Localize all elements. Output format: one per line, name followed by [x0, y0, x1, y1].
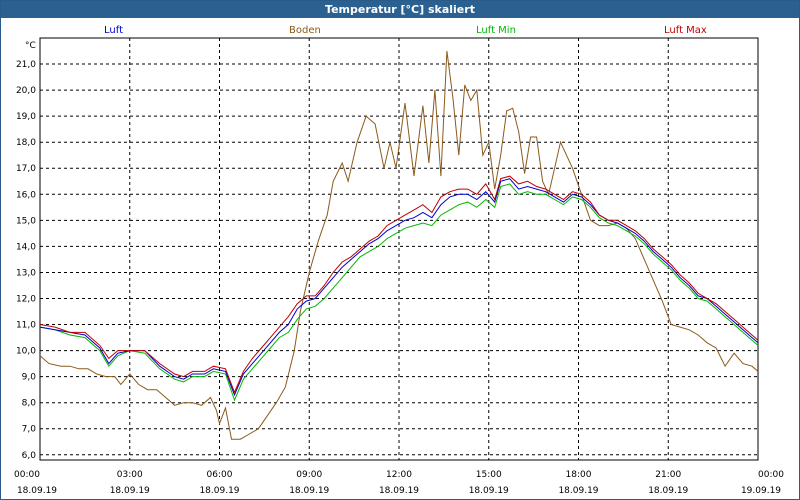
y-tick-label: 6,0: [22, 451, 37, 461]
x-tick-date-label: 19.09.19: [741, 486, 781, 496]
x-tick-date-label: 18.09.19: [289, 486, 329, 496]
y-tick-label: 19,0: [16, 112, 36, 122]
x-tick-date-label: 18.09.19: [379, 486, 419, 496]
x-tick-date-label: 18.09.19: [469, 486, 509, 496]
y-tick-label: 10,0: [16, 347, 36, 357]
legend-luft-max-label: Luft Max: [664, 25, 707, 36]
x-tick-date-label: 18.09.19: [558, 486, 598, 496]
legend-luft: Luft: [104, 25, 123, 36]
legend-boden-label: Boden: [289, 25, 321, 36]
y-tick-label: 12,0: [16, 294, 36, 304]
y-tick-label: 18,0: [16, 138, 36, 148]
x-axis-ticks: 00:00 18.09.19 03:00 18.09.19 06:00 18.09.19 0…: [14, 470, 784, 496]
x-tick-date-label: 18.09.19: [110, 486, 150, 496]
x-tick-date-label: 18.09.19: [648, 486, 688, 496]
y-tick-label: 14,0: [16, 242, 36, 252]
legend-boden: Boden: [289, 25, 321, 36]
y-tick-label: 8,0: [22, 399, 37, 409]
y-tick-label: 21,0: [16, 60, 36, 70]
legend-luft-max: Luft Max: [664, 25, 707, 36]
x-tick-date-label: 18.09.19: [199, 486, 239, 496]
x-tick-time-label: 00:00: [14, 470, 40, 480]
x-tick-time-label: 00:00: [758, 470, 784, 480]
x-tick-time-label: 21:00: [655, 470, 681, 480]
y-tick-label: 16,0: [16, 190, 36, 200]
y-tick-label: 17,0: [16, 164, 36, 174]
y-tick-label: 15,0: [16, 216, 36, 226]
x-tick-time-label: 03:00: [117, 470, 143, 480]
x-tick-date-label: 18.09.19: [17, 486, 57, 496]
x-tick-time-label: 18:00: [566, 470, 592, 480]
y-tick-label: 7,0: [22, 425, 37, 435]
legend-luft-label: Luft: [104, 25, 123, 36]
legend-luft-min-label: Luft Min: [476, 25, 516, 36]
x-tick-time-label: 12:00: [386, 470, 412, 480]
y-axis-unit-label: °C: [25, 41, 36, 51]
y-tick-label: 20,0: [16, 86, 36, 96]
x-tick-time-label: 06:00: [207, 470, 233, 480]
y-tick-label: 11,0: [16, 321, 36, 331]
y-tick-label: 9,0: [22, 373, 37, 383]
x-tick-time-label: 09:00: [296, 470, 322, 480]
y-tick-label: 13,0: [16, 268, 36, 278]
y-axis-ticks: 6,0 7,0 8,0 9,0 10,0 11,0 12,0 13,0 14,0 15,0 16,0…: [16, 60, 36, 461]
x-tick-time-label: 15:00: [476, 470, 502, 480]
grid-lines: [40, 38, 758, 460]
chart-area: 6,0 7,0 8,0 9,0 10,0 11,0 12,0 13,0 14,0 15,0 16,0…: [14, 37, 784, 496]
legend-luft-min: Luft Min: [476, 25, 516, 36]
